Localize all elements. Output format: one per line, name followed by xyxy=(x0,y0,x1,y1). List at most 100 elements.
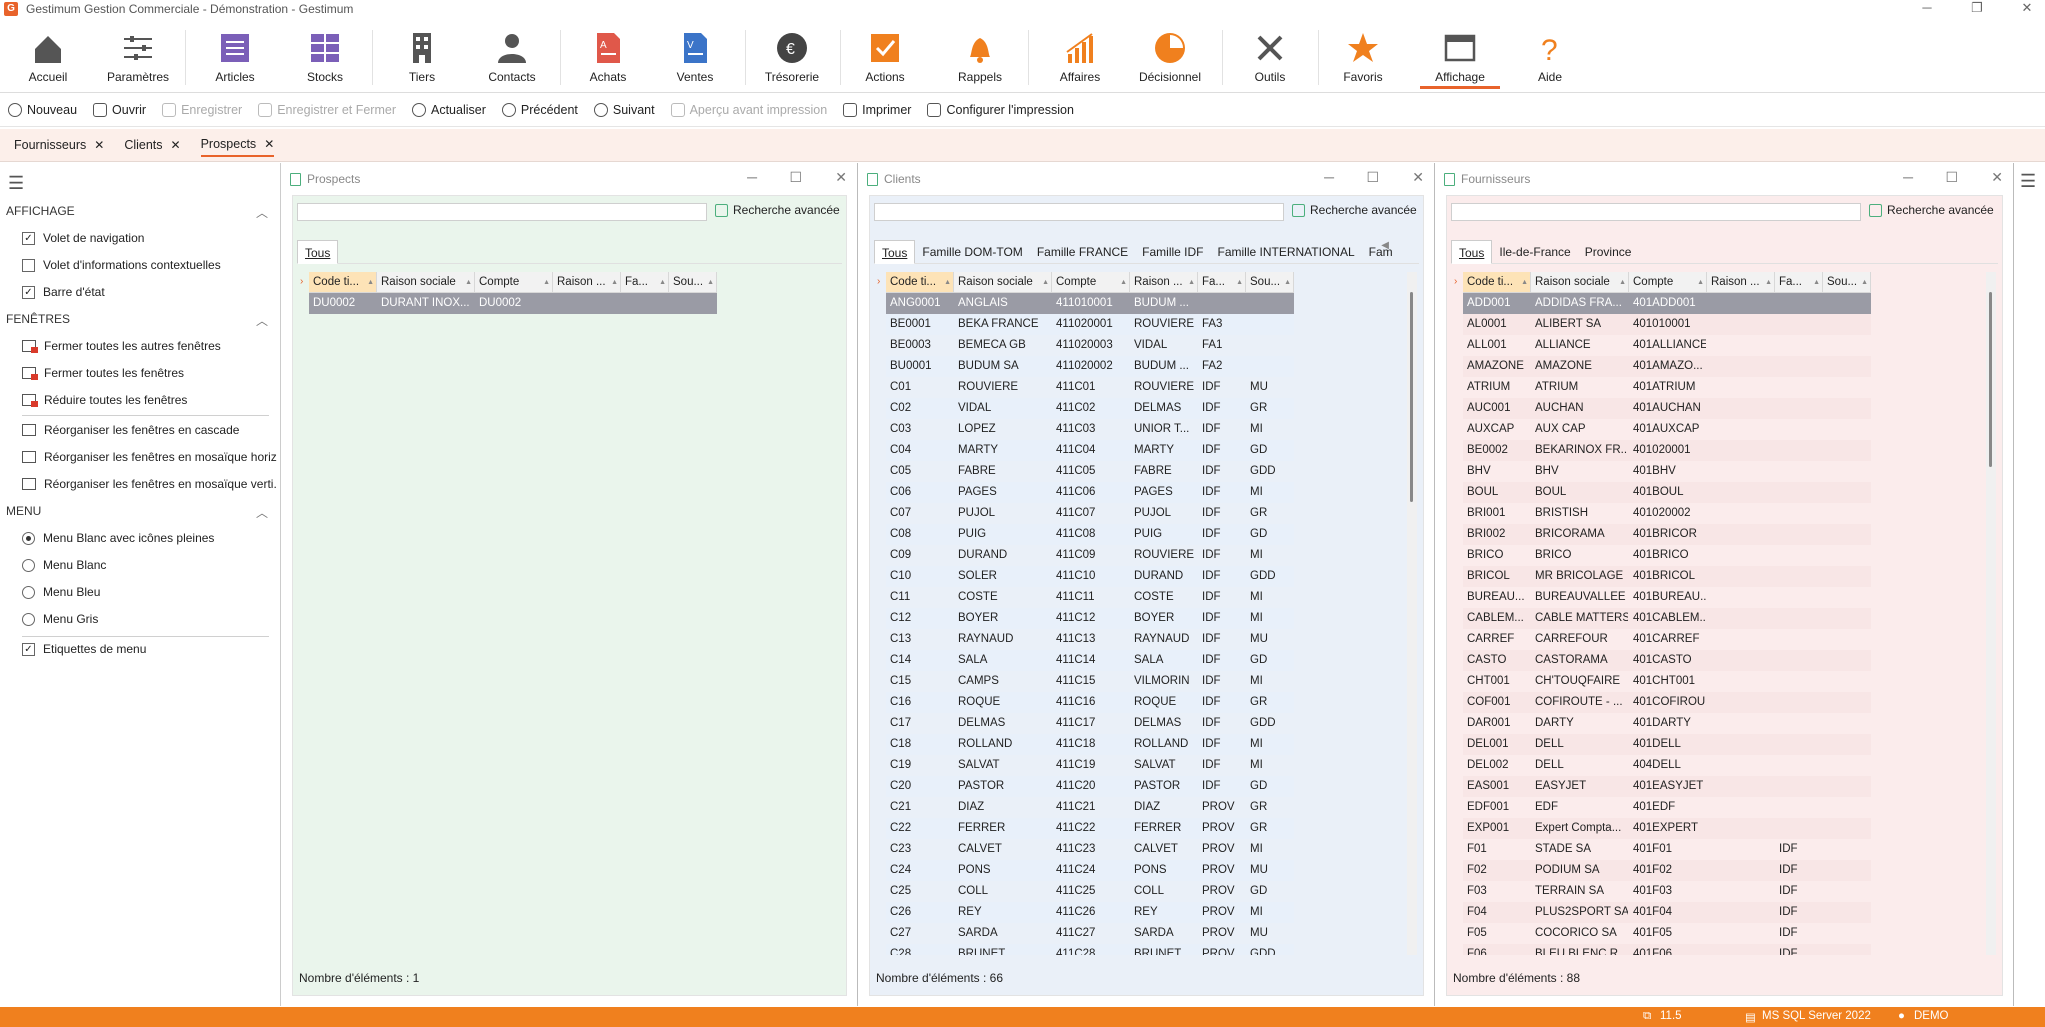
table-row[interactable]: AMAZONE AMAZONE 401AMAZO... xyxy=(1463,356,1871,377)
column-header[interactable]: Fa... xyxy=(621,272,669,293)
column-header[interactable]: Compte xyxy=(475,272,553,293)
table-row[interactable]: C03 LOPEZ 411C03 UNIOR T... IDF MI xyxy=(886,419,1294,440)
minimize-icon[interactable]: ─ xyxy=(1903,169,1913,185)
table-row[interactable]: AUXCAP AUX CAP 401AUXCAP xyxy=(1463,419,1871,440)
filter-tab[interactable]: Tous xyxy=(297,239,339,264)
nav-item-menu-gris[interactable]: Menu Gris xyxy=(22,612,277,626)
search-input[interactable] xyxy=(1451,203,1861,221)
ribbon-achats-button[interactable]: A Achats xyxy=(568,24,648,84)
table-row[interactable]: EAS001 EASYJET 401EASYJET xyxy=(1463,776,1871,797)
checkbox-unchecked-icon[interactable] xyxy=(22,258,35,272)
column-header[interactable]: Code ti... xyxy=(1463,272,1531,293)
vertical-scrollbar[interactable] xyxy=(1986,272,1996,955)
table-row[interactable]: CASTO CASTORAMA 401CASTO xyxy=(1463,650,1871,671)
table-row[interactable]: C27 SARDA 411C27 SARDA PROV MU xyxy=(886,923,1294,944)
ribbon-ventes-button[interactable]: V Ventes xyxy=(655,24,735,84)
table-row[interactable]: BHV BHV 401BHV xyxy=(1463,461,1871,482)
close-icon[interactable]: ✕ xyxy=(2013,0,2041,16)
table-row[interactable]: C08 PUIG 411C08 PUIG IDF GD xyxy=(886,524,1294,545)
ribbon-tresorerie-button[interactable]: € Trésorerie xyxy=(752,24,832,84)
ribbon-accueil-button[interactable]: Accueil xyxy=(8,24,88,84)
nav-item-volet-navigation[interactable]: ✓ Volet de navigation xyxy=(22,231,277,245)
column-header[interactable]: Code ti... xyxy=(309,272,377,293)
table-row[interactable]: C26 REY 411C26 REY PROV MI xyxy=(886,902,1294,923)
table-row[interactable]: BE0002 BEKARINOX FR... 401020001 xyxy=(1463,440,1871,461)
hamburger-menu-icon[interactable]: ☰ xyxy=(8,173,24,194)
table-row[interactable]: C01 ROUVIERE 411C01 ROUVIERE IDF MU xyxy=(886,377,1294,398)
nav-item-reduire-toutes[interactable]: Réduire toutes les fenêtres xyxy=(22,393,277,407)
table-row[interactable]: BUREAU... BUREAUVALLEE 401BUREAU... xyxy=(1463,587,1871,608)
column-header[interactable]: Compte xyxy=(1052,272,1130,293)
column-header[interactable]: Sou... xyxy=(669,272,717,293)
ribbon-tiers-button[interactable]: Tiers xyxy=(382,24,462,84)
nav-item-cascade[interactable]: Réorganiser les fenêtres en cascade xyxy=(22,423,277,437)
close-tab-icon[interactable]: ✕ xyxy=(264,137,274,151)
table-row[interactable]: F05 COCORICO SA 401F05 IDF xyxy=(1463,923,1871,944)
column-header[interactable]: Sou... xyxy=(1246,272,1294,293)
ribbon-contacts-button[interactable]: Contacts xyxy=(472,24,552,84)
table-row[interactable]: BRICO BRICO 401BRICO xyxy=(1463,545,1871,566)
column-header[interactable]: Raison ... xyxy=(1707,272,1775,293)
table-row[interactable]: C12 BOYER 411C12 BOYER IDF MI xyxy=(886,608,1294,629)
nav-item-volet-informations[interactable]: Volet d'informations contextuelles xyxy=(22,258,277,272)
ribbon-parametres-button[interactable]: Paramètres xyxy=(98,24,178,84)
scroll-tabs-left-icon[interactable]: ◀ xyxy=(1381,240,1389,251)
search-input[interactable] xyxy=(874,203,1284,221)
column-header[interactable]: Raison sociale xyxy=(377,272,475,293)
table-row[interactable]: COF001 COFIROUTE - ... 401COFIROU xyxy=(1463,692,1871,713)
section-affichage[interactable]: AFFICHAGE ︿ xyxy=(6,204,276,221)
checkbox-checked-icon[interactable]: ✓ xyxy=(22,231,35,245)
table-row[interactable]: C10 SOLER 411C10 DURAND IDF GDD xyxy=(886,566,1294,587)
table-row[interactable]: C18 ROLLAND 411C18 ROLLAND IDF MI xyxy=(886,734,1294,755)
table-row[interactable]: F04 PLUS2SPORT SA 401F04 IDF xyxy=(1463,902,1871,923)
radio-selected-icon[interactable] xyxy=(22,531,35,545)
nav-item-barre-etat[interactable]: ✓ Barre d'état xyxy=(22,285,277,299)
next-button[interactable]: Suivant xyxy=(593,103,655,117)
table-row[interactable]: C20 PASTOR 411C20 PASTOR IDF GD xyxy=(886,776,1294,797)
ribbon-rappels-button[interactable]: Rappels xyxy=(940,24,1020,84)
maximize-icon[interactable]: ☐ xyxy=(789,169,802,186)
table-row[interactable]: C11 COSTE 411C11 COSTE IDF MI xyxy=(886,587,1294,608)
section-fenetres[interactable]: FENÊTRES ︿ xyxy=(6,312,276,329)
table-row[interactable]: ATRIUM ATRIUM 401ATRIUM xyxy=(1463,377,1871,398)
nav-item-mosaique-verticale[interactable]: Réorganiser les fenêtres en mosaïque ver… xyxy=(22,477,277,491)
table-row[interactable]: F02 PODIUM SA 401F02 IDF xyxy=(1463,860,1871,881)
minimize-icon[interactable]: ─ xyxy=(1324,169,1334,185)
table-row[interactable]: C28 BRUNET 411C28 BRUNET PROV GDD xyxy=(886,944,1294,955)
table-row[interactable]: DEL001 DELL 401DELL xyxy=(1463,734,1871,755)
minimize-icon[interactable]: ─ xyxy=(747,169,757,185)
table-row[interactable]: BU0001 BUDUM SA 411020002 BUDUM ... FA2 xyxy=(886,356,1294,377)
table-row[interactable]: C24 PONS 411C24 PONS PROV MU xyxy=(886,860,1294,881)
radio-icon[interactable] xyxy=(22,612,35,626)
close-icon[interactable]: ✕ xyxy=(835,169,847,186)
table-row[interactable]: CABLEM... CABLE MATTERS 401CABLEM... xyxy=(1463,608,1871,629)
minimize-icon[interactable]: ─ xyxy=(1913,0,1941,15)
table-row[interactable]: C22 FERRER 411C22 FERRER PROV GR xyxy=(886,818,1294,839)
table-row[interactable]: C04 MARTY 411C04 MARTY IDF GD xyxy=(886,440,1294,461)
close-icon[interactable]: ✕ xyxy=(1412,169,1424,186)
radio-icon[interactable] xyxy=(22,585,35,599)
table-row[interactable]: CHT001 CH'TOUQFAIRE 401CHT001 xyxy=(1463,671,1871,692)
filter-tab[interactable]: Tous xyxy=(874,239,916,264)
table-row[interactable]: C09 DURAND 411C09 ROUVIERE IDF MI xyxy=(886,545,1294,566)
ribbon-aide-button[interactable]: ? Aide xyxy=(1510,24,1590,84)
column-header[interactable]: Raison sociale xyxy=(1531,272,1629,293)
table-row[interactable]: C06 PAGES 411C06 PAGES IDF MI xyxy=(886,482,1294,503)
tab-prospects[interactable]: Prospects ✕ xyxy=(200,133,275,157)
restore-icon[interactable]: ❐ xyxy=(1963,0,1991,16)
filter-tab[interactable]: Ile-de-France xyxy=(1492,240,1577,264)
vertical-scrollbar[interactable] xyxy=(1407,272,1417,955)
chevron-up-icon[interactable]: ︿ xyxy=(256,312,268,329)
table-row[interactable]: F03 TERRAIN SA 401F03 IDF xyxy=(1463,881,1871,902)
ribbon-favoris-button[interactable]: Favoris xyxy=(1323,24,1403,84)
scrollbar-thumb[interactable] xyxy=(1989,292,1992,467)
maximize-icon[interactable]: ☐ xyxy=(1945,169,1958,186)
table-row[interactable]: ADD001 ADDIDAS FRA... 401ADD001 xyxy=(1463,293,1871,314)
table-row[interactable]: C07 PUJOL 411C07 PUJOL IDF GR xyxy=(886,503,1294,524)
table-row[interactable]: F01 STADE SA 401F01 IDF xyxy=(1463,839,1871,860)
nav-item-mosaique-horizontale[interactable]: Réorganiser les fenêtres en mosaïque hor… xyxy=(22,450,277,464)
ribbon-affaires-button[interactable]: Affaires xyxy=(1040,24,1120,84)
chevron-up-icon[interactable]: ︿ xyxy=(256,204,268,221)
filter-tab[interactable]: Famille INTERNATIONAL xyxy=(1211,240,1362,264)
table-row[interactable]: BRI002 BRICORAMA 401BRICOR xyxy=(1463,524,1871,545)
